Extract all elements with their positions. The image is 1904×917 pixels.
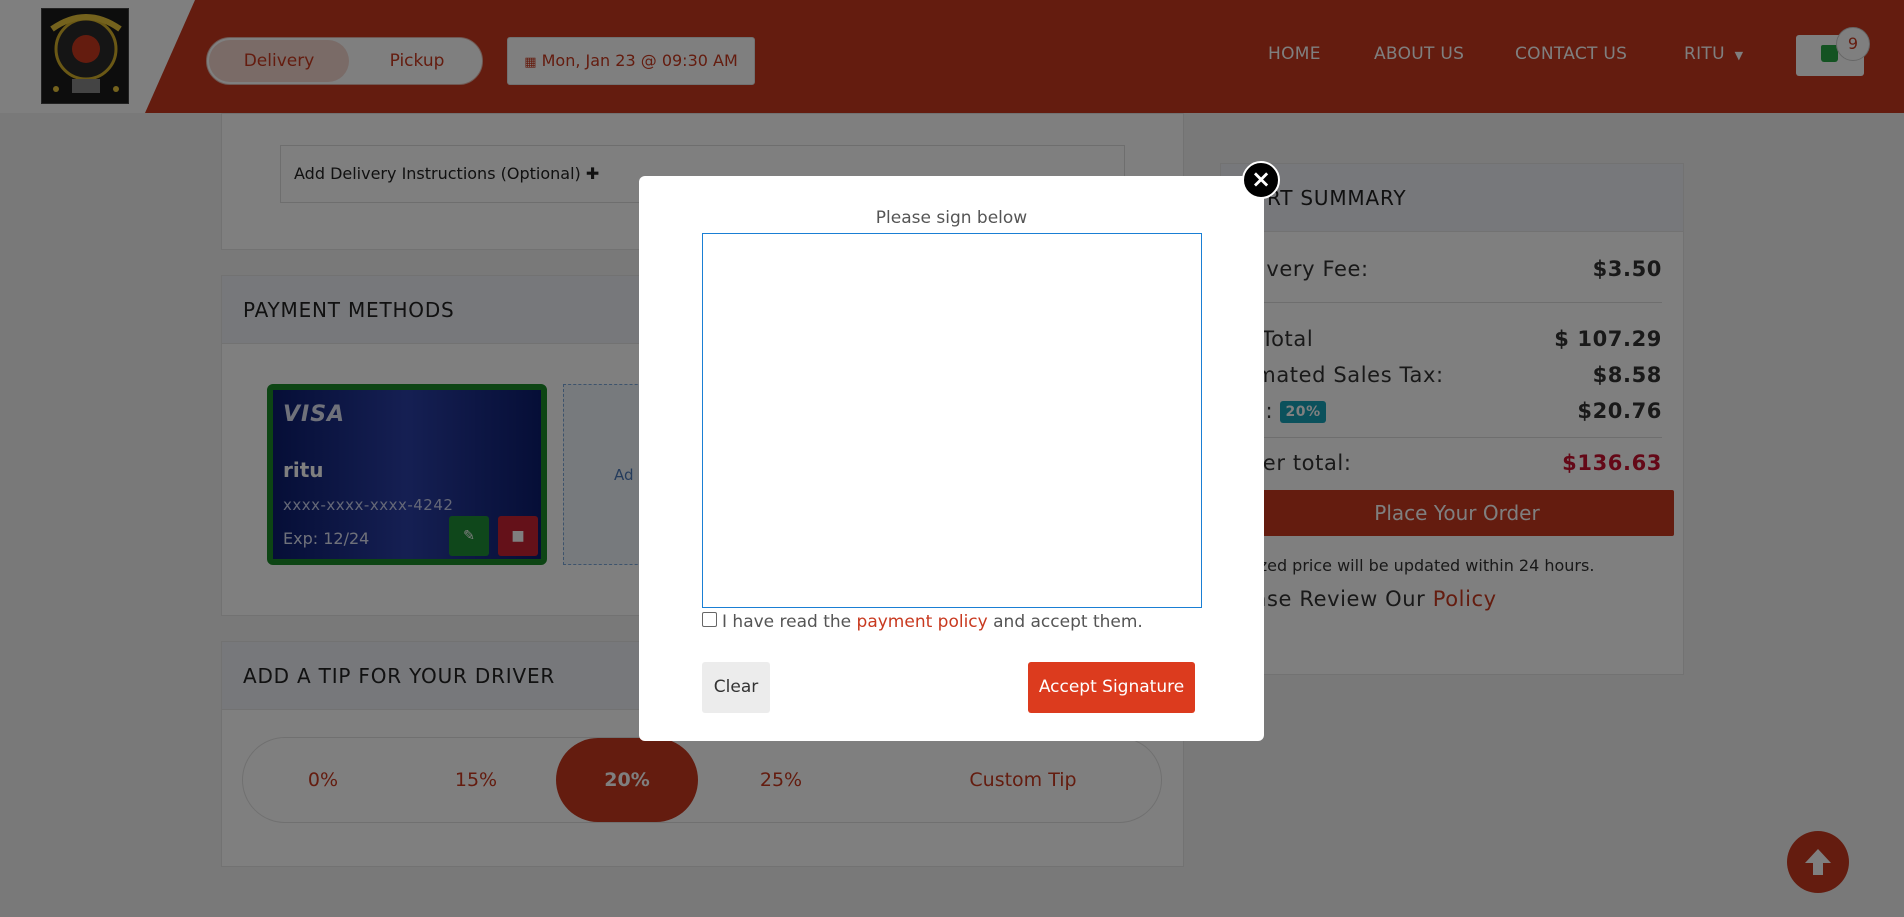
accept-signature-button[interactable]: Accept Signature [1028, 662, 1195, 713]
signature-prompt: Please sign below [875, 208, 1028, 228]
checkbox-text-prefix: I have read the [722, 612, 852, 632]
accept-policy-label: I have read the payment policy and accep… [722, 612, 1143, 632]
close-icon: × [1250, 165, 1272, 193]
checkbox-text-suffix: and accept them. [993, 612, 1143, 632]
payment-policy-link[interactable]: payment policy [857, 612, 988, 632]
accept-policy-checkbox[interactable] [702, 612, 717, 627]
clear-signature-button[interactable]: Clear [702, 662, 770, 713]
signature-pad[interactable] [702, 233, 1202, 608]
close-modal-button[interactable]: × [1242, 161, 1280, 199]
signature-modal: Please sign below I have read the paymen… [639, 176, 1264, 741]
